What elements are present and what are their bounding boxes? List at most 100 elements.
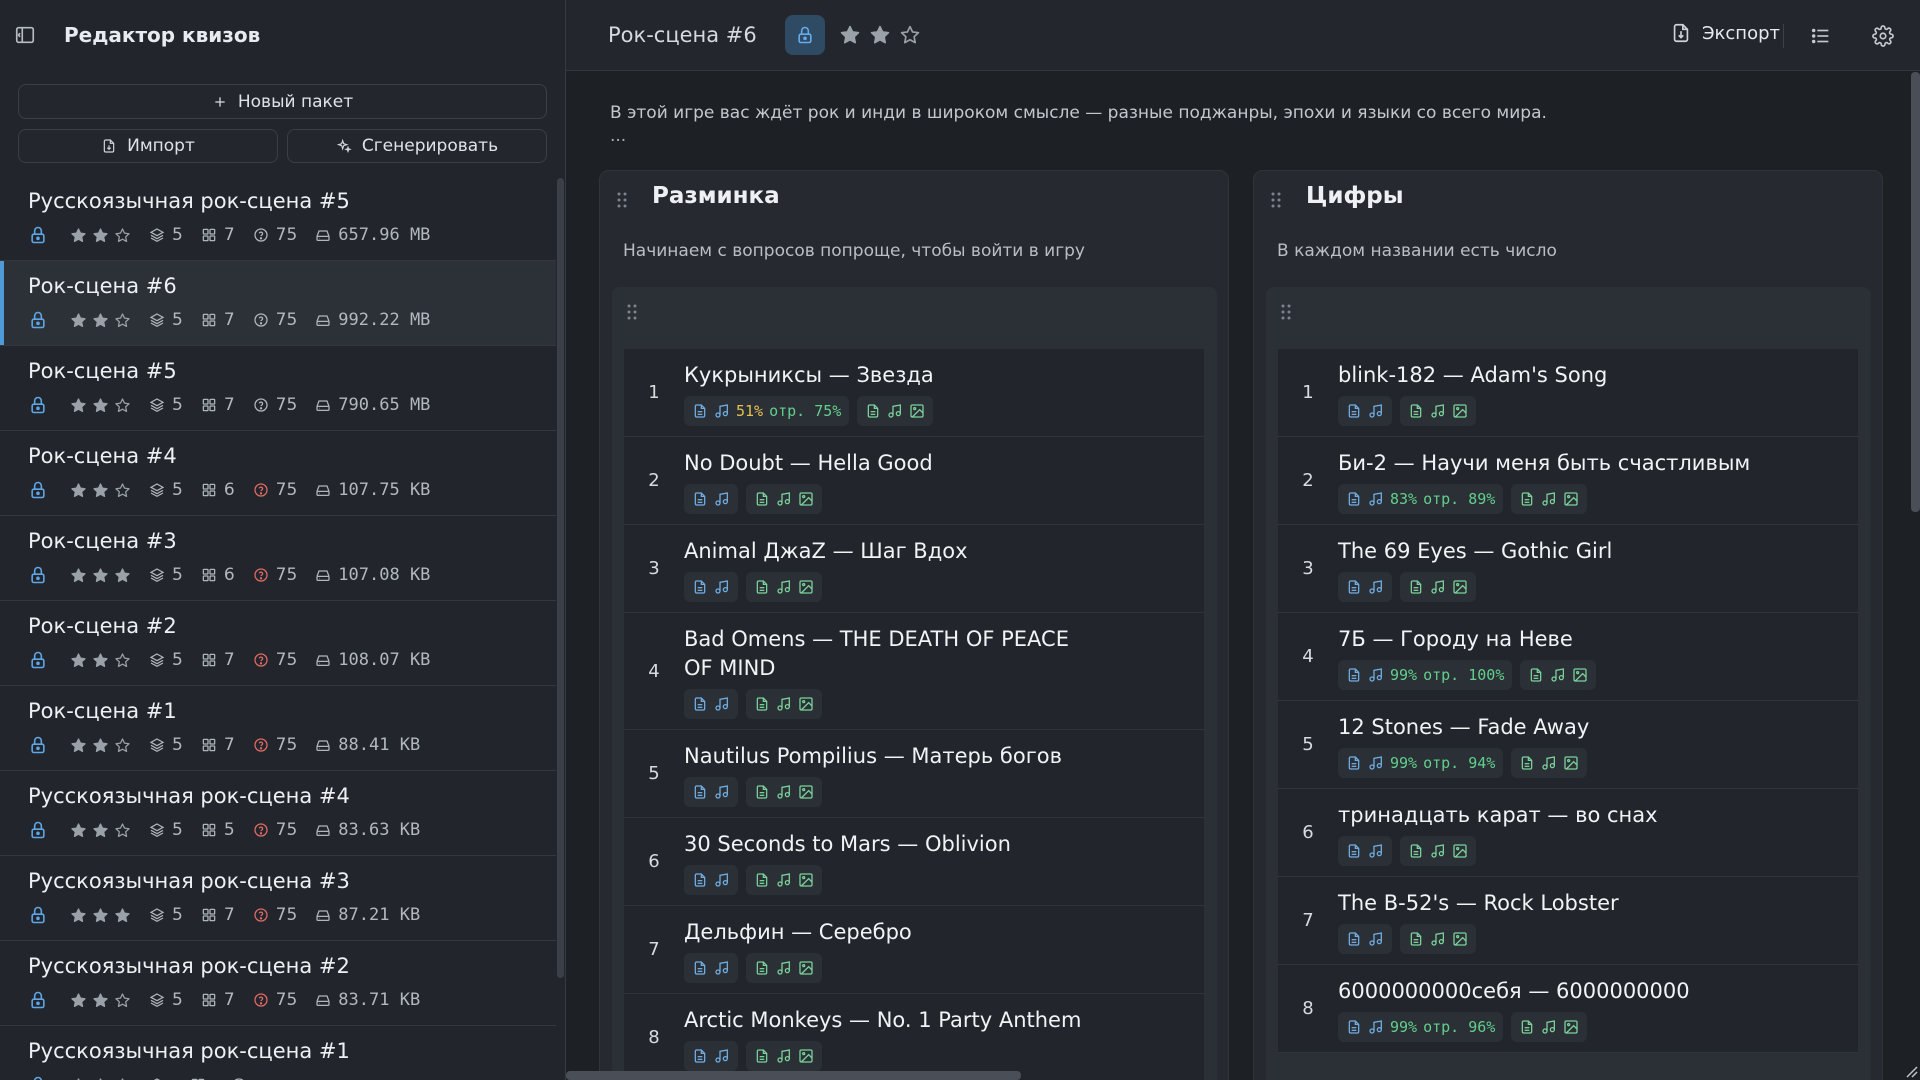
star-empty-icon[interactable] [114, 227, 131, 244]
star-filled-icon[interactable] [92, 992, 109, 1009]
star-filled-icon[interactable] [92, 312, 109, 329]
question-row[interactable]: 5 Nautilus Pompilius — Матерь богов [624, 730, 1204, 818]
description-more[interactable]: ... [610, 126, 626, 146]
star-filled-icon[interactable] [70, 567, 87, 584]
star-filled-icon[interactable] [70, 737, 87, 754]
answer-media-group[interactable] [746, 484, 822, 514]
question-media-group[interactable]: 99% отр. 100% [1338, 660, 1513, 690]
drag-handle-icon[interactable] [1270, 191, 1282, 209]
round-subtitle[interactable]: Начинаем с вопросов попроще, чтобы войти… [623, 241, 1085, 261]
star-filled-icon[interactable] [92, 482, 109, 499]
star-empty-icon[interactable] [899, 24, 921, 46]
pack-description[interactable]: В этой игре вас ждёт рок и инди в широко… [610, 100, 1547, 126]
star-filled-icon[interactable] [839, 24, 861, 46]
question-media-group[interactable]: 99% отр. 96% [1338, 1012, 1504, 1042]
answer-media-group[interactable] [857, 396, 934, 426]
question-title[interactable]: Би-2 — Научи меня быть счастливым [1338, 449, 1858, 478]
question-title[interactable]: тринадцать карат — во снах [1338, 801, 1858, 830]
answer-media-group[interactable] [1511, 748, 1588, 778]
star-filled-icon[interactable] [92, 652, 109, 669]
star-empty-icon[interactable] [114, 397, 131, 414]
question-title[interactable]: Bad Omens — THE DEATH OF PEACE OF MIND [684, 625, 1204, 683]
question-row[interactable]: 7 The B-52's — Rock Lobster [1278, 877, 1858, 965]
pack-item[interactable]: Рок-сцена #1 5 7 75 88.41 KB [0, 686, 556, 771]
answer-media-group[interactable] [746, 689, 822, 719]
answer-media-group[interactable] [1520, 660, 1597, 690]
question-title[interactable]: No Doubt — Hella Good [684, 449, 1204, 478]
new-pack-button[interactable]: Новый пакет [18, 84, 547, 119]
horizontal-scrollbar[interactable] [566, 1071, 1021, 1080]
star-empty-icon[interactable] [114, 312, 131, 329]
question-media-group[interactable] [684, 777, 738, 807]
import-button[interactable]: Импорт [18, 129, 278, 163]
question-title[interactable]: blink-182 — Adam's Song [1338, 361, 1858, 390]
export-button[interactable]: Экспорт [1670, 22, 1780, 44]
star-filled-icon[interactable] [92, 1077, 109, 1080]
question-row[interactable]: 4 Bad Omens — THE DEATH OF PEACE OF MIND [624, 613, 1204, 730]
star-filled-icon[interactable] [92, 567, 109, 584]
answer-media-group[interactable] [746, 865, 822, 895]
question-row[interactable]: 4 7Б — Городу на Неве 99% отр. 100% [1278, 613, 1858, 701]
question-media-group[interactable] [684, 953, 738, 983]
question-media-group[interactable] [1338, 572, 1392, 602]
star-empty-icon[interactable] [114, 737, 131, 754]
star-empty-icon[interactable] [114, 992, 131, 1009]
star-filled-icon[interactable] [92, 737, 109, 754]
question-title[interactable]: Кукрыниксы — Звезда [684, 361, 1204, 390]
star-filled-icon[interactable] [70, 227, 87, 244]
sidebar-toggle-icon[interactable] [14, 24, 36, 46]
star-filled-icon[interactable] [114, 907, 131, 924]
question-media-group[interactable] [1338, 924, 1392, 954]
pack-item[interactable]: Рок-сцена #5 5 7 75 790.65 MB [0, 346, 556, 431]
question-title[interactable]: Nautilus Pompilius — Матерь богов [684, 742, 1204, 771]
star-filled-icon[interactable] [70, 992, 87, 1009]
star-filled-icon[interactable] [92, 397, 109, 414]
star-filled-icon[interactable] [114, 567, 131, 584]
answer-media-group[interactable] [746, 953, 822, 983]
answer-media-group[interactable] [746, 777, 822, 807]
pack-item[interactable]: Русскоязычная рок-сцена #2 5 7 75 83.71 … [0, 941, 556, 1026]
star-filled-icon[interactable] [92, 227, 109, 244]
question-title[interactable]: Дельфин — Серебро [684, 918, 1204, 947]
answer-media-group[interactable] [1400, 924, 1476, 954]
answer-media-group[interactable] [1511, 484, 1588, 514]
round-title[interactable]: Цифры [1306, 183, 1404, 209]
question-row[interactable]: 3 The 69 Eyes — Gothic Girl [1278, 525, 1858, 613]
star-filled-icon[interactable] [70, 907, 87, 924]
question-title[interactable]: The B-52's — Rock Lobster [1338, 889, 1858, 918]
question-row[interactable]: 8 Arctic Monkeys — No. 1 Party Anthem [624, 994, 1204, 1080]
star-filled-icon[interactable] [70, 312, 87, 329]
question-media-group[interactable] [684, 572, 738, 602]
round-title[interactable]: Разминка [652, 183, 780, 209]
star-empty-icon[interactable] [114, 482, 131, 499]
answer-media-group[interactable] [1511, 1012, 1588, 1042]
resize-handle-icon[interactable] [1904, 1064, 1918, 1078]
pack-item[interactable]: Русскоязычная рок-сцена #5 5 7 75 657.96… [0, 176, 556, 261]
gear-icon[interactable] [1872, 25, 1894, 47]
question-row[interactable]: 3 Animal ДжаZ — Шаг Вдох [624, 525, 1204, 613]
question-title[interactable]: 7Б — Городу на Неве [1338, 625, 1858, 654]
star-filled-icon[interactable] [70, 652, 87, 669]
pack-item[interactable]: Рок-сцена #2 5 7 75 108.07 KB [0, 601, 556, 686]
question-title[interactable]: 30 Seconds to Mars — Oblivion [684, 830, 1204, 859]
pack-item[interactable]: Русскоязычная рок-сцена #4 5 5 75 83.63 … [0, 771, 556, 856]
question-media-group[interactable] [1338, 836, 1392, 866]
question-media-group[interactable]: 51% отр. 75% [684, 396, 850, 426]
question-row[interactable]: 5 12 Stones — Fade Away 99% отр. 94% [1278, 701, 1858, 789]
question-row[interactable]: 8 6000000000себя — 6000000000 99% отр. 96… [1278, 965, 1858, 1053]
question-media-group[interactable]: 83% отр. 89% [1338, 484, 1504, 514]
answer-media-group[interactable] [746, 572, 822, 602]
question-row[interactable]: 6 тринадцать карат — во снах [1278, 789, 1858, 877]
question-row[interactable]: 7 Дельфин — Серебро [624, 906, 1204, 994]
vertical-scrollbar[interactable] [1911, 72, 1920, 512]
question-row[interactable]: 1 Кукрыниксы — Звезда 51% отр. 75% [624, 349, 1204, 437]
star-filled-icon[interactable] [92, 907, 109, 924]
star-filled-icon[interactable] [70, 822, 87, 839]
drag-handle-icon[interactable] [616, 191, 628, 209]
star-empty-icon[interactable] [114, 822, 131, 839]
pack-item[interactable]: Рок-сцена #6 5 7 75 992.22 MB [0, 261, 556, 346]
answer-media-group[interactable] [1400, 836, 1476, 866]
pack-item[interactable]: Рок-сцена #4 5 6 75 107.75 KB [0, 431, 556, 516]
difficulty-rating[interactable] [839, 24, 921, 46]
question-title[interactable]: The 69 Eyes — Gothic Girl [1338, 537, 1858, 566]
